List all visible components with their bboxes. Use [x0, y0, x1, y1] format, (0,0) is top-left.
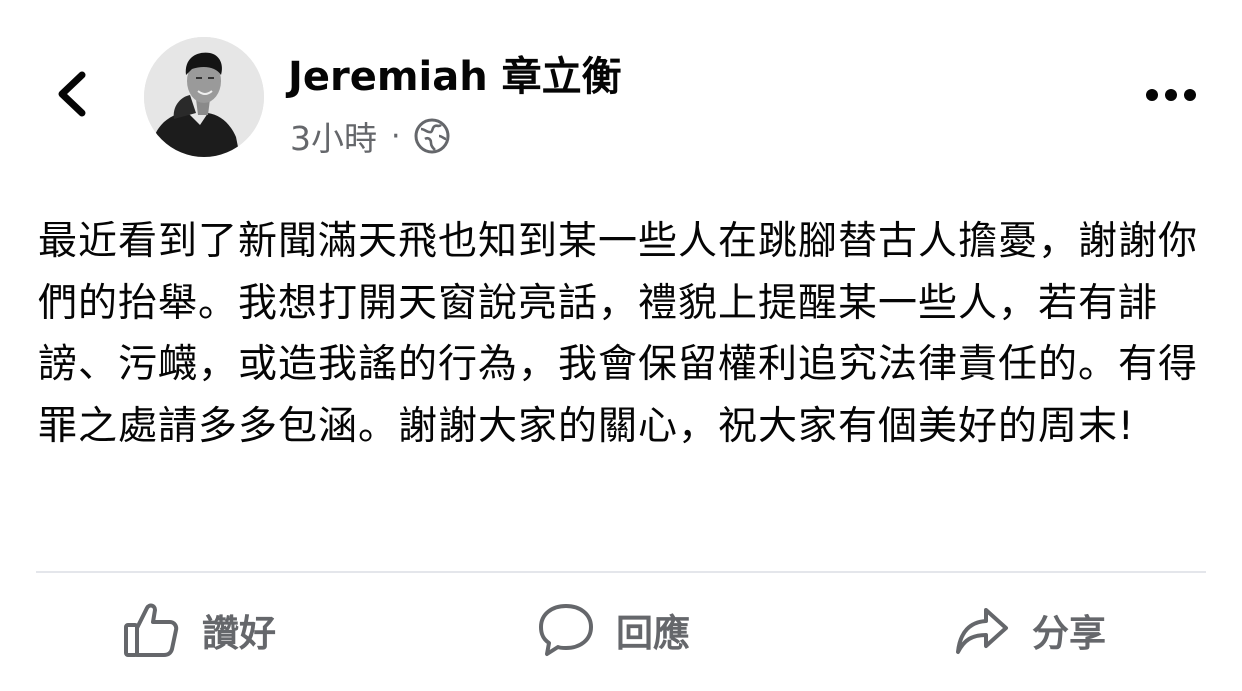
share-arrow-icon — [954, 602, 1010, 658]
post-timestamp[interactable]: 3小時 — [290, 112, 377, 160]
action-bar: 讚好 回應 分享 — [0, 590, 1242, 680]
meta-separator: · — [391, 118, 401, 154]
post-meta: 3小時 · — [290, 114, 451, 158]
like-label: 讚好 — [202, 612, 276, 655]
thumbs-up-icon — [122, 601, 180, 659]
more-dots-icon — [1145, 87, 1197, 106]
avatar-photo — [144, 37, 264, 157]
comment-button[interactable]: 回應 — [538, 600, 690, 660]
share-button[interactable]: 分享 — [954, 600, 1106, 660]
author-avatar[interactable] — [144, 37, 264, 157]
globe-icon[interactable] — [413, 117, 451, 155]
chevron-left-icon — [54, 69, 90, 123]
author-name[interactable]: Jeremiah 章立衡 — [288, 50, 622, 104]
comment-bubble-icon — [538, 601, 594, 659]
share-label: 分享 — [1032, 612, 1106, 655]
post-text: 最近看到了新聞滿天飛也知到某一些人在跳腳替古人擔憂，謝謝你們的抬舉。我想打開天窗… — [38, 219, 1199, 449]
like-button[interactable]: 讚好 — [122, 600, 276, 660]
back-button[interactable] — [44, 66, 100, 126]
more-options-button[interactable] — [1140, 78, 1202, 114]
divider — [36, 571, 1206, 573]
comment-label: 回應 — [616, 612, 690, 655]
